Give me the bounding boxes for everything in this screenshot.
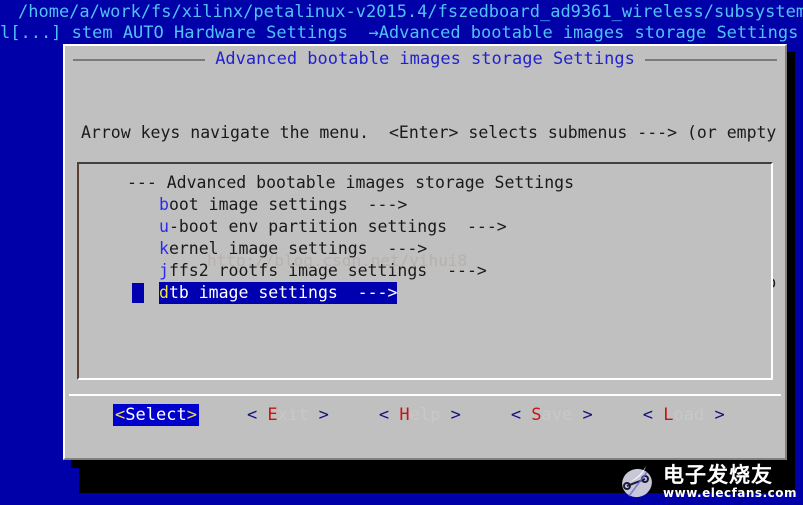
title-rule-right	[644, 59, 778, 61]
dialog-button[interactable]: <Select>	[113, 404, 199, 426]
menu-item-hotkey: u	[159, 217, 169, 236]
button-hotkey: E	[267, 405, 278, 425]
button-bracket-open: <	[510, 405, 532, 425]
button-hotkey: L	[663, 405, 674, 425]
button-label: oad	[673, 405, 705, 425]
button-bracket-close: >	[308, 405, 329, 425]
button-hotkey: H	[399, 405, 410, 425]
button-label: xit	[277, 405, 309, 425]
help-line-1: Arrow keys navigate the menu. <Enter> se…	[81, 123, 777, 142]
menu-item-hotkey: d	[159, 283, 169, 302]
dialog-button[interactable]: < Load >	[641, 404, 727, 426]
menu-item[interactable]: kernel image settings --->	[79, 238, 771, 260]
title-rule-left	[73, 59, 206, 61]
button-bracket-open: <	[378, 405, 400, 425]
button-label: elect	[135, 405, 187, 425]
menu-item-hotkey: j	[159, 261, 169, 280]
menu-list: --- Advanced bootable images storage Set…	[79, 172, 771, 304]
menu-item-label: u-boot env partition settings --->	[159, 217, 507, 236]
button-label: ave	[541, 405, 573, 425]
selection-cursor-block	[132, 283, 144, 303]
menu-item-hotkey: b	[159, 195, 169, 214]
button-label: elp	[409, 405, 441, 425]
menu-item-hotkey: k	[159, 239, 169, 258]
dialog-button[interactable]: < Help >	[377, 404, 463, 426]
menu-item-text: ernel image settings --->	[168, 239, 428, 258]
menu-heading: --- Advanced bootable images storage Set…	[127, 173, 575, 192]
button-bracket-close: >	[440, 405, 461, 425]
menu-item[interactable]: jffs2 rootfs image settings --->	[79, 260, 771, 282]
button-hotkey: S	[125, 405, 136, 425]
menu-item-label: jffs2 rootfs image settings --->	[159, 261, 487, 280]
menuconfig-dialog: Advanced bootable images storage Setting…	[63, 44, 787, 460]
dialog-button[interactable]: < Exit >	[245, 404, 331, 426]
button-bar: <Select> < Exit > < Help > < Save > < Load >	[69, 394, 781, 434]
button-hotkey: S	[531, 405, 542, 425]
menu-box: --- Advanced bootable images storage Set…	[77, 162, 773, 380]
terminal-screen: /home/a/work/fs/xilinx/petalinux-v2015.4…	[0, 0, 803, 505]
button-bracket-close: >	[186, 405, 197, 425]
menu-item-label: dtb image settings --->	[159, 282, 398, 304]
menu-item[interactable]: dtb image settings --->	[79, 282, 771, 304]
dialog-title-row: Advanced bootable images storage Setting…	[65, 48, 785, 70]
menu-item-label: kernel image settings --->	[159, 239, 427, 258]
menu-item[interactable]: u-boot env partition settings --->	[79, 216, 771, 238]
dialog-button[interactable]: < Save >	[509, 404, 595, 426]
menu-item-text: oot image settings --->	[168, 195, 408, 214]
button-bracket-open: <	[246, 405, 268, 425]
menu-item[interactable]: boot image settings --->	[79, 194, 771, 216]
dialog-title: Advanced bootable images storage Setting…	[215, 49, 635, 69]
button-bracket-open: <	[642, 405, 664, 425]
menu-item-text: ffs2 rootfs image settings --->	[168, 261, 487, 280]
menu-item-label: boot image settings --->	[159, 195, 407, 214]
terminal-black-strip	[79, 468, 795, 493]
breadcrumb-path: /home/a/work/fs/xilinx/petalinux-v2015.4…	[18, 2, 803, 22]
menu-item-text: tb image settings --->	[168, 283, 398, 302]
button-bracket-close: >	[704, 405, 725, 425]
button-bracket-open: <	[115, 405, 126, 425]
menu-item-text: -boot env partition settings --->	[168, 217, 507, 236]
button-bracket-close: >	[572, 405, 593, 425]
breadcrumb-trail: l[...] stem AUTO Hardware Settings →Adva…	[0, 23, 799, 43]
